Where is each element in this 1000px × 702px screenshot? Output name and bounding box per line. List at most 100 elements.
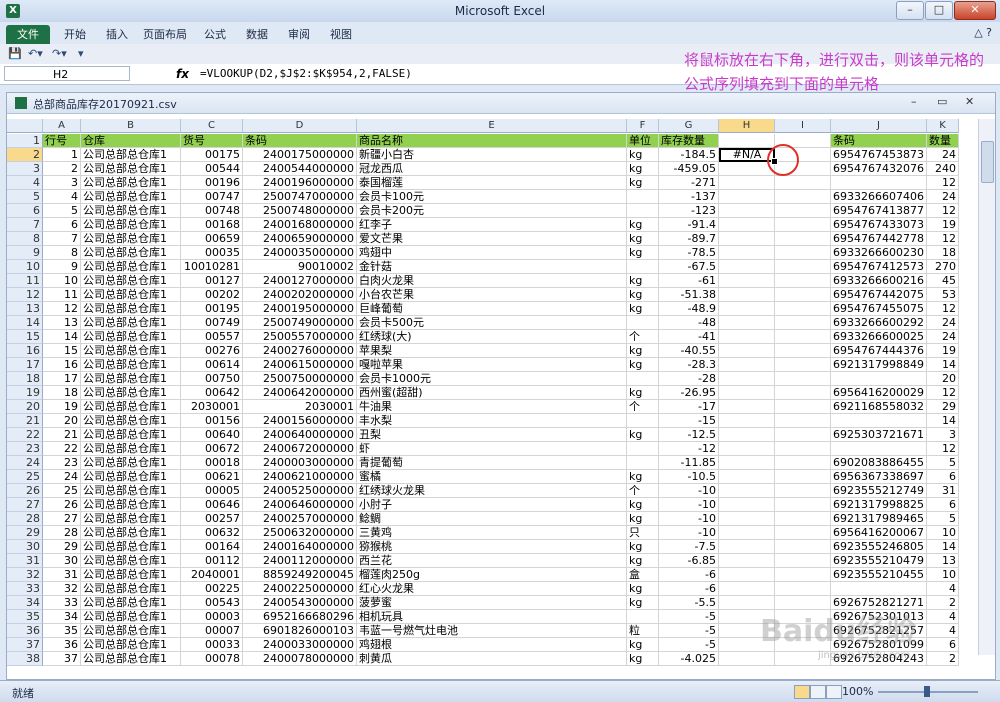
table-cell[interactable] <box>775 498 831 512</box>
row-number[interactable]: 33 <box>7 582 43 596</box>
zoom-level[interactable]: 100% <box>842 685 873 698</box>
table-cell[interactable]: 6954767432076 <box>831 162 927 176</box>
table-cell[interactable]: 丑梨 <box>357 428 627 442</box>
table-cell[interactable]: 2400035000000 <box>243 246 357 260</box>
table-cell[interactable]: -12.5 <box>659 428 719 442</box>
column-header-k[interactable]: K <box>927 119 959 133</box>
column-header-f[interactable]: F <box>627 119 659 133</box>
table-cell[interactable]: 28 <box>43 526 81 540</box>
table-cell[interactable]: -10 <box>659 512 719 526</box>
table-cell[interactable]: 菠萝蜜 <box>357 596 627 610</box>
table-cell[interactable]: 6956367338697 <box>831 470 927 484</box>
row-number[interactable]: 17 <box>7 358 43 372</box>
table-cell[interactable]: 2400621000000 <box>243 470 357 484</box>
table-cell[interactable]: kg <box>627 162 659 176</box>
row-number[interactable]: 13 <box>7 302 43 316</box>
header-cell[interactable]: 商品名称 <box>357 134 627 148</box>
table-cell[interactable]: 00005 <box>181 484 243 498</box>
table-cell[interactable]: -12 <box>659 442 719 456</box>
table-cell[interactable] <box>719 358 775 372</box>
table-cell[interactable]: 巨峰葡萄 <box>357 302 627 316</box>
table-cell[interactable]: 19 <box>927 344 959 358</box>
table-cell[interactable]: 公司总部总仓库1 <box>81 610 181 624</box>
table-cell[interactable]: 2400112000000 <box>243 554 357 568</box>
table-cell[interactable]: 蜜橘 <box>357 470 627 484</box>
table-cell[interactable]: 00018 <box>181 456 243 470</box>
table-cell[interactable] <box>775 386 831 400</box>
table-cell[interactable]: 6901826000103 <box>243 624 357 638</box>
table-cell[interactable]: 00175 <box>181 148 243 162</box>
table-cell[interactable]: 青提葡萄 <box>357 456 627 470</box>
table-cell[interactable]: 嘎啦苹果 <box>357 358 627 372</box>
table-cell[interactable]: 3 <box>927 428 959 442</box>
table-cell[interactable]: 20 <box>927 372 959 386</box>
table-cell[interactable]: 19 <box>927 218 959 232</box>
table-cell[interactable]: 6933266600025 <box>831 330 927 344</box>
table-cell[interactable]: 6921168558032 <box>831 400 927 414</box>
row-number[interactable]: 25 <box>7 470 43 484</box>
table-cell[interactable]: 丰水梨 <box>357 414 627 428</box>
table-cell[interactable]: kg <box>627 358 659 372</box>
table-cell[interactable]: 公司总部总仓库1 <box>81 526 181 540</box>
table-cell[interactable]: 15 <box>43 344 81 358</box>
table-cell[interactable]: 公司总部总仓库1 <box>81 274 181 288</box>
table-cell[interactable]: 00747 <box>181 190 243 204</box>
table-cell[interactable]: 21 <box>43 428 81 442</box>
table-cell[interactable]: kg <box>627 148 659 162</box>
table-cell[interactable]: 公司总部总仓库1 <box>81 218 181 232</box>
customize-qat-icon[interactable]: ▾ <box>78 47 84 61</box>
table-cell[interactable]: 韦蓝一号燃气灶电池 <box>357 624 627 638</box>
table-cell[interactable]: 三黄鸡 <box>357 526 627 540</box>
table-cell[interactable]: 2500749000000 <box>243 316 357 330</box>
table-cell[interactable] <box>719 372 775 386</box>
table-cell[interactable]: 35 <box>43 624 81 638</box>
table-cell[interactable]: 6954767453873 <box>831 148 927 162</box>
row-number[interactable]: 28 <box>7 512 43 526</box>
table-cell[interactable]: 公司总部总仓库1 <box>81 400 181 414</box>
table-cell[interactable]: 西兰花 <box>357 554 627 568</box>
table-cell[interactable] <box>775 554 831 568</box>
table-cell[interactable]: -91.4 <box>659 218 719 232</box>
table-cell[interactable] <box>775 526 831 540</box>
table-cell[interactable]: 00127 <box>181 274 243 288</box>
row-number[interactable]: 12 <box>7 288 43 302</box>
table-cell[interactable]: 泰国榴莲 <box>357 176 627 190</box>
name-box[interactable]: H2 <box>4 66 130 81</box>
table-cell[interactable]: 2400659000000 <box>243 232 357 246</box>
table-cell[interactable]: 00614 <box>181 358 243 372</box>
table-cell[interactable]: 2400257000000 <box>243 512 357 526</box>
table-cell[interactable] <box>719 232 775 246</box>
table-cell[interactable]: kg <box>627 540 659 554</box>
table-cell[interactable] <box>775 246 831 260</box>
table-cell[interactable]: 2400078000000 <box>243 652 357 666</box>
table-cell[interactable]: 小台农芒果 <box>357 288 627 302</box>
row-number[interactable]: 34 <box>7 596 43 610</box>
table-cell[interactable] <box>719 414 775 428</box>
table-cell[interactable]: 00749 <box>181 316 243 330</box>
table-cell[interactable]: 6954767455075 <box>831 302 927 316</box>
table-cell[interactable] <box>719 568 775 582</box>
column-header-b[interactable]: B <box>81 119 181 133</box>
table-cell[interactable]: 5 <box>43 204 81 218</box>
table-cell[interactable]: 4 <box>927 610 959 624</box>
table-cell[interactable]: 公司总部总仓库1 <box>81 638 181 652</box>
table-cell[interactable]: -15 <box>659 414 719 428</box>
table-cell[interactable] <box>719 456 775 470</box>
table-cell[interactable]: 33 <box>43 596 81 610</box>
table-cell[interactable]: 12 <box>927 386 959 400</box>
table-cell[interactable]: 6925303721671 <box>831 428 927 442</box>
table-cell[interactable]: 00195 <box>181 302 243 316</box>
table-cell[interactable]: kg <box>627 428 659 442</box>
formula-input[interactable]: =VLOOKUP(D2,$J$2:$K$954,2,FALSE) <box>200 67 412 80</box>
zoom-slider-knob[interactable] <box>924 686 930 697</box>
table-cell[interactable]: 36 <box>43 638 81 652</box>
table-cell[interactable]: 公司总部总仓库1 <box>81 260 181 274</box>
table-cell[interactable]: 5 <box>927 456 959 470</box>
row-number[interactable]: 16 <box>7 344 43 358</box>
table-cell[interactable]: 公司总部总仓库1 <box>81 148 181 162</box>
table-cell[interactable]: 公司总部总仓库1 <box>81 652 181 666</box>
row-number[interactable]: 2 <box>7 148 43 162</box>
table-cell[interactable]: -11.85 <box>659 456 719 470</box>
table-cell[interactable]: 00202 <box>181 288 243 302</box>
table-cell[interactable]: 00007 <box>181 624 243 638</box>
